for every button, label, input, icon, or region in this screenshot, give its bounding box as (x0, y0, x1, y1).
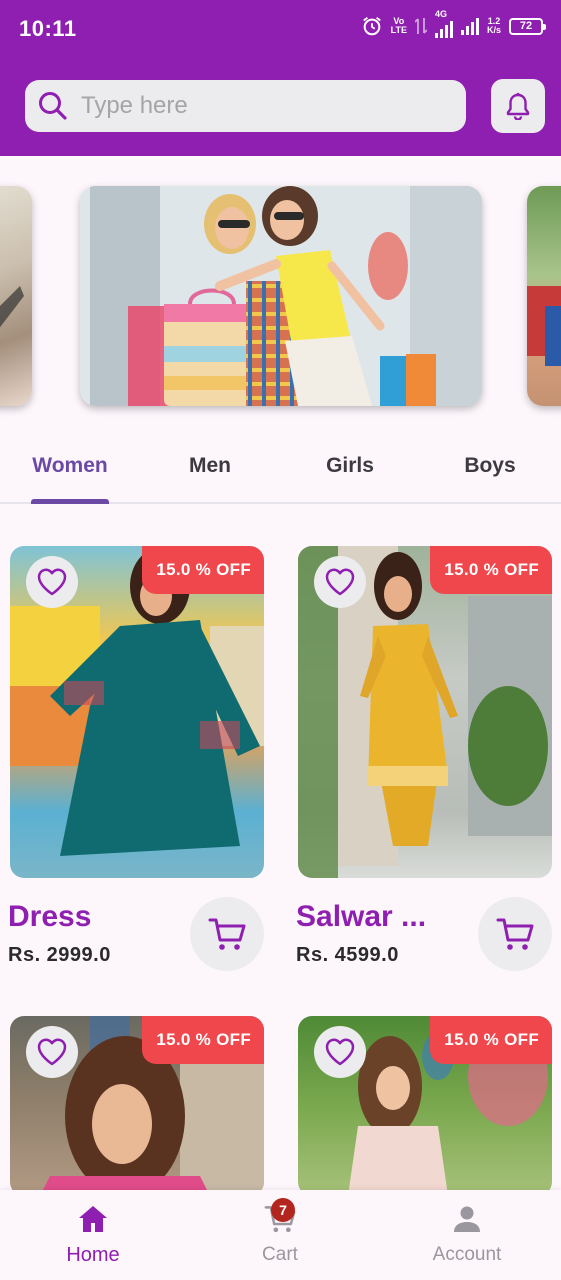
heart-icon (37, 568, 67, 596)
product-name[interactable]: Salwar ... (296, 900, 426, 934)
nav-account[interactable]: Account (397, 1202, 537, 1266)
bell-icon (506, 92, 530, 120)
product-card-image[interactable]: 15.0 % OFF (10, 1016, 264, 1196)
active-tab-indicator (31, 499, 109, 504)
discount-badge: 15.0 % OFF (142, 546, 264, 594)
cart-icon (208, 918, 246, 950)
tab-boys[interactable]: Boys (450, 454, 530, 478)
nav-cart[interactable]: 7 Cart (210, 1198, 350, 1266)
banner-image-shopping-women[interactable] (80, 186, 482, 406)
favorite-button[interactable] (26, 556, 78, 608)
notifications-button[interactable] (491, 79, 545, 133)
banner-carousel[interactable] (0, 186, 561, 406)
product-name[interactable]: Dress (8, 900, 91, 934)
search-icon (39, 92, 67, 120)
heart-icon (325, 1038, 355, 1066)
nav-cart-label: Cart (262, 1244, 298, 1265)
search-bar[interactable] (25, 80, 466, 132)
nav-home-label: Home (66, 1244, 120, 1266)
product-price: Rs. 4599.0 (296, 944, 399, 966)
signal-strength-icon (460, 17, 479, 35)
favorite-button[interactable] (26, 1026, 78, 1078)
nav-home[interactable]: Home (23, 1202, 163, 1267)
favorite-button[interactable] (314, 1026, 366, 1078)
add-to-cart-button[interactable] (478, 897, 552, 971)
data-transfer-icon (414, 18, 427, 34)
heart-icon (37, 1038, 67, 1066)
tab-men[interactable]: Men (170, 454, 250, 478)
product-card-image[interactable]: 15.0 % OFF (298, 1016, 552, 1196)
tab-women[interactable]: Women (31, 454, 109, 478)
category-tabs: Women Men Girls Boys (0, 438, 561, 504)
volte-indicator: Vo LTE (390, 16, 407, 35)
alarm-icon (362, 17, 381, 36)
battery-icon: 72 (509, 17, 546, 35)
bottom-navigation: Home 7 Cart Account (0, 1190, 561, 1280)
tab-girls[interactable]: Girls (310, 454, 390, 478)
account-icon (454, 1206, 480, 1232)
mobile-signal: 4G (434, 10, 453, 38)
nav-account-label: Account (432, 1244, 502, 1265)
search-input[interactable] (81, 92, 441, 120)
app-screen: 10:11 Vo LTE 4G 1.2 K/s 72 Type here Wom… (0, 0, 561, 1280)
banner-slide-previous[interactable] (0, 186, 32, 406)
add-to-cart-button[interactable] (190, 897, 264, 971)
home-icon (79, 1206, 107, 1232)
heart-icon (325, 568, 355, 596)
top-app-bar: 10:11 Vo LTE 4G 1.2 K/s 72 Type here (0, 0, 561, 156)
status-time: 10:11 (19, 16, 77, 41)
network-speed: 1.2 K/s (486, 16, 501, 35)
cart-icon (496, 918, 534, 950)
banner-slide-next[interactable] (527, 186, 561, 406)
product-card-image[interactable]: 15.0 % OFF (10, 546, 264, 878)
product-card-image[interactable]: 15.0 % OFF (298, 546, 552, 878)
cart-count-badge: 7 (271, 1198, 295, 1222)
status-icons: Vo LTE 4G 1.2 K/s 72 (361, 10, 546, 38)
status-bar: 10:11 Vo LTE 4G 1.2 K/s 72 (0, 0, 561, 56)
discount-badge: 15.0 % OFF (430, 546, 552, 594)
discount-badge: 15.0 % OFF (142, 1016, 264, 1064)
favorite-button[interactable] (314, 556, 366, 608)
product-price: Rs. 2999.0 (8, 944, 111, 966)
discount-badge: 15.0 % OFF (430, 1016, 552, 1064)
